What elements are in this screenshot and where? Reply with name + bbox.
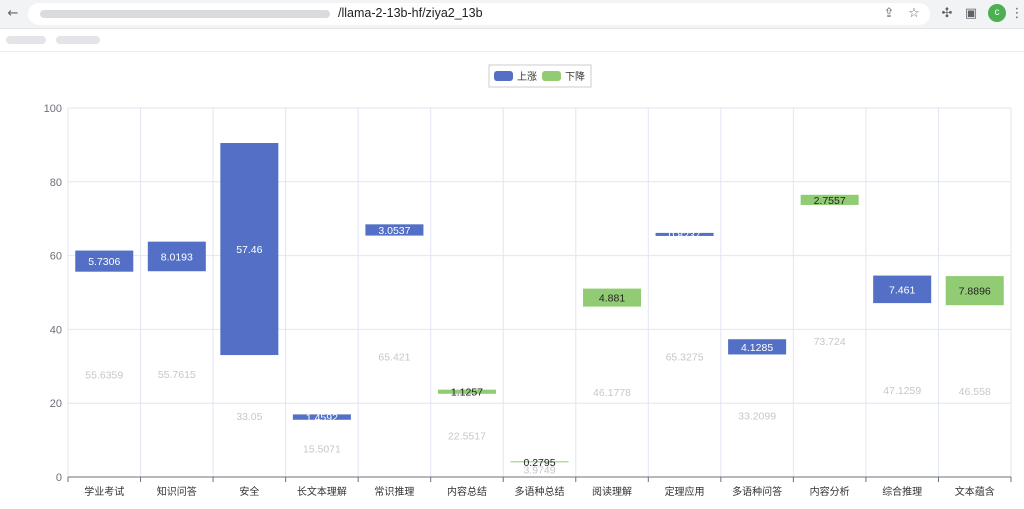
base-data-label: 73.724: [814, 336, 846, 348]
change-data-label: 4.881: [599, 293, 625, 305]
x-tick-label: 多语种总结: [515, 485, 565, 498]
change-data-label: 8.0193: [161, 251, 193, 263]
y-tick-label: 80: [50, 177, 62, 189]
x-tick-label: 学业考试: [84, 485, 124, 498]
address-bar[interactable]: /llama-2-13b-hf/ziya2_13b: [28, 3, 930, 25]
change-data-label: 0.8237: [669, 229, 701, 241]
base-data-label: 22.5517: [448, 430, 486, 442]
more-vert-icon[interactable]: ⋮: [1008, 5, 1024, 23]
base-data-label: 47.1259: [883, 385, 921, 397]
base-data-label: 33.2099: [738, 411, 776, 423]
legend-label-rise: 上涨: [517, 71, 537, 83]
x-tick-label: 阅读理解: [592, 485, 632, 498]
base-data-label: 3.9749: [523, 465, 555, 477]
bookmark-item-blurred[interactable]: [56, 36, 100, 44]
share-icon[interactable]: ⇪: [880, 5, 898, 23]
base-data-label: 33.05: [236, 411, 262, 423]
waterfall-chart: 0 20 40 60 80 100 学业考试 知识问答 安全 长文本理解 常识推理 内容总结 多语种总结…: [44, 64, 1012, 498]
base-data-label: 46.1778: [593, 387, 631, 399]
bookmarks-bar: [0, 29, 1024, 52]
legend-label-fall: 下降: [565, 70, 585, 83]
x-tick-label: 知识问答: [157, 485, 197, 498]
base-data-label: 65.421: [378, 351, 410, 363]
base-data-label: 55.6359: [85, 369, 123, 381]
bookmark-item-blurred[interactable]: [6, 36, 46, 44]
change-data-label: 57.46: [236, 244, 262, 256]
base-data-label: 65.3275: [666, 351, 704, 363]
x-tick-label: 长文本理解: [297, 485, 347, 498]
url-blurred-prefix: [40, 10, 330, 18]
back-arrow-icon[interactable]: ←: [4, 5, 22, 23]
x-tick-label: 内容总结: [447, 485, 487, 498]
browser-toolbar: ← /llama-2-13b-hf/ziya2_13b ⇪ ☆ ✣ ▣ c ⋮: [0, 0, 1024, 29]
base-data-label: 55.7615: [158, 369, 196, 381]
sidebar-icon[interactable]: ▣: [962, 5, 980, 23]
y-tick-label: 100: [44, 103, 62, 115]
x-tick-label: 文本蕴含: [955, 485, 995, 498]
star-icon[interactable]: ☆: [905, 5, 923, 23]
x-tick-label: 内容分析: [810, 485, 850, 498]
change-data-label: 7.461: [889, 284, 915, 296]
url-text: /llama-2-13b-hf/ziya2_13b: [338, 6, 483, 20]
change-data-label: 2.7557: [814, 195, 846, 207]
x-tick-label: 安全: [239, 485, 259, 498]
legend-swatch-fall: [542, 71, 561, 81]
y-tick-label: 40: [50, 324, 62, 336]
x-tick-label: 常识推理: [374, 485, 414, 498]
avatar[interactable]: c: [988, 4, 1006, 22]
change-data-label: 3.0537: [378, 225, 410, 237]
change-data-label: 4.1285: [741, 342, 773, 354]
change-data-label: 1.4592: [306, 412, 338, 424]
x-tick-label: 定理应用: [665, 485, 705, 498]
y-tick-label: 60: [50, 251, 62, 263]
change-data-label: 5.7306: [88, 256, 120, 268]
y-tick-label: 20: [50, 398, 62, 410]
legend-swatch-rise: [494, 71, 513, 81]
base-data-label: 46.558: [959, 386, 991, 398]
change-data-label: 1.1257: [451, 387, 483, 399]
x-tick-label: 多语种问答: [732, 485, 782, 498]
base-data-label: 15.5071: [303, 443, 341, 455]
x-tick-label: 综合推理: [882, 485, 922, 498]
y-tick-label: 0: [56, 472, 62, 484]
puzzle-icon[interactable]: ✣: [938, 5, 956, 23]
change-data-label: 7.8896: [959, 286, 991, 298]
